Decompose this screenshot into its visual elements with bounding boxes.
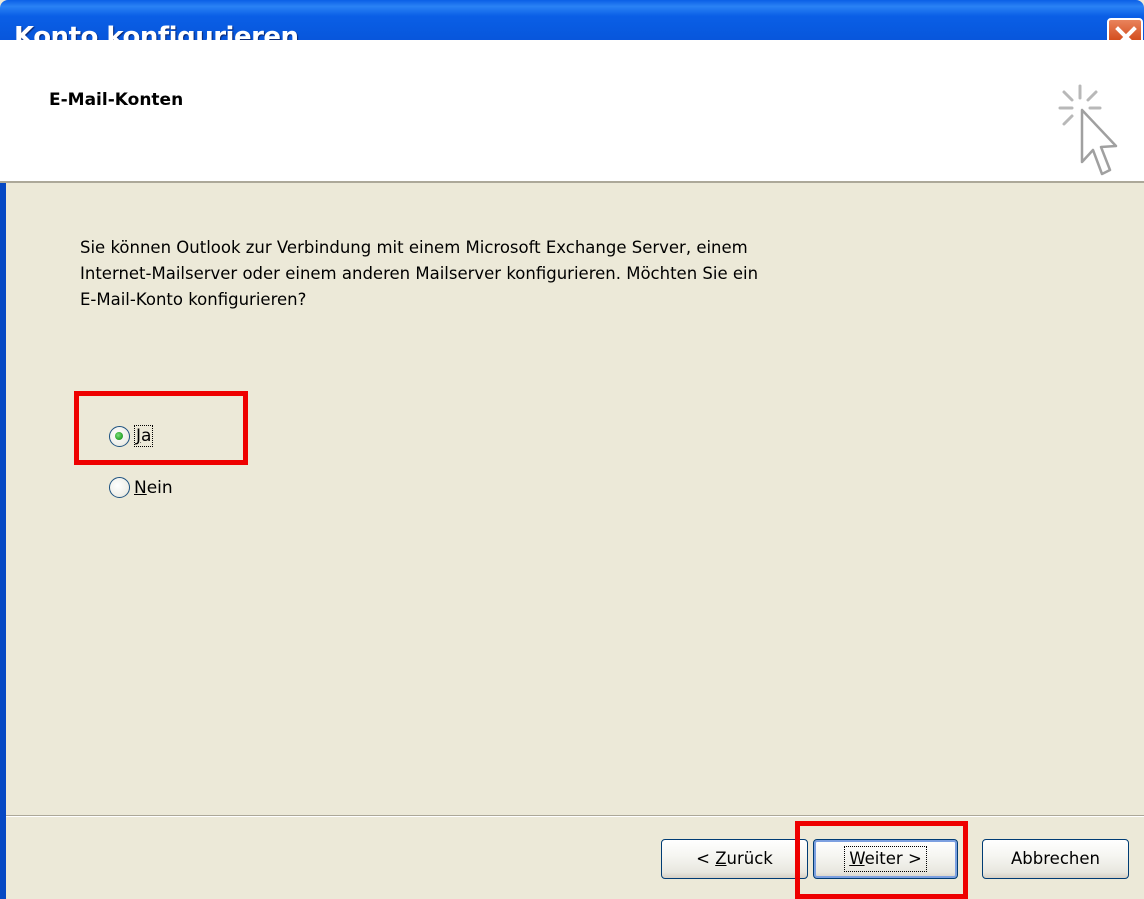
description-line-3: E-Mail-Konto konfigurieren?	[80, 290, 307, 309]
description-line-2: Internet-Mailserver oder einem anderen M…	[80, 264, 759, 283]
back-button-mnemonic: Z	[715, 849, 727, 868]
highlight-box-next	[795, 821, 968, 899]
radio-option-nein[interactable]: Nein	[109, 477, 173, 498]
radio-button-nein[interactable]	[109, 477, 130, 498]
label-rest-nein: ein	[146, 477, 173, 498]
wizard-cursor-sparkle-icon	[1058, 84, 1118, 176]
back-button-prefix: <	[696, 849, 716, 868]
footer-separator	[6, 815, 1144, 817]
back-button-rest: urück	[726, 849, 773, 868]
header-panel: E-Mail-Konten	[0, 40, 1144, 183]
description-text: Sie können Outlook zur Verbindung mit ei…	[80, 235, 920, 313]
cancel-button-label: Abbrechen	[1011, 849, 1100, 868]
mnemonic-nein: N	[134, 477, 147, 498]
window-left-border	[0, 183, 6, 899]
description-line-1: Sie können Outlook zur Verbindung mit ei…	[80, 238, 748, 257]
cancel-button[interactable]: Abbrechen	[982, 839, 1129, 879]
account-config-dialog: Konto konfigurieren E-Mail-Konten Sie kö…	[0, 0, 1144, 899]
radio-label-nein[interactable]: Nein	[134, 478, 173, 498]
page-title: E-Mail-Konten	[49, 90, 184, 110]
highlight-box-ja	[74, 391, 248, 465]
back-button[interactable]: < Zurück	[661, 839, 808, 879]
